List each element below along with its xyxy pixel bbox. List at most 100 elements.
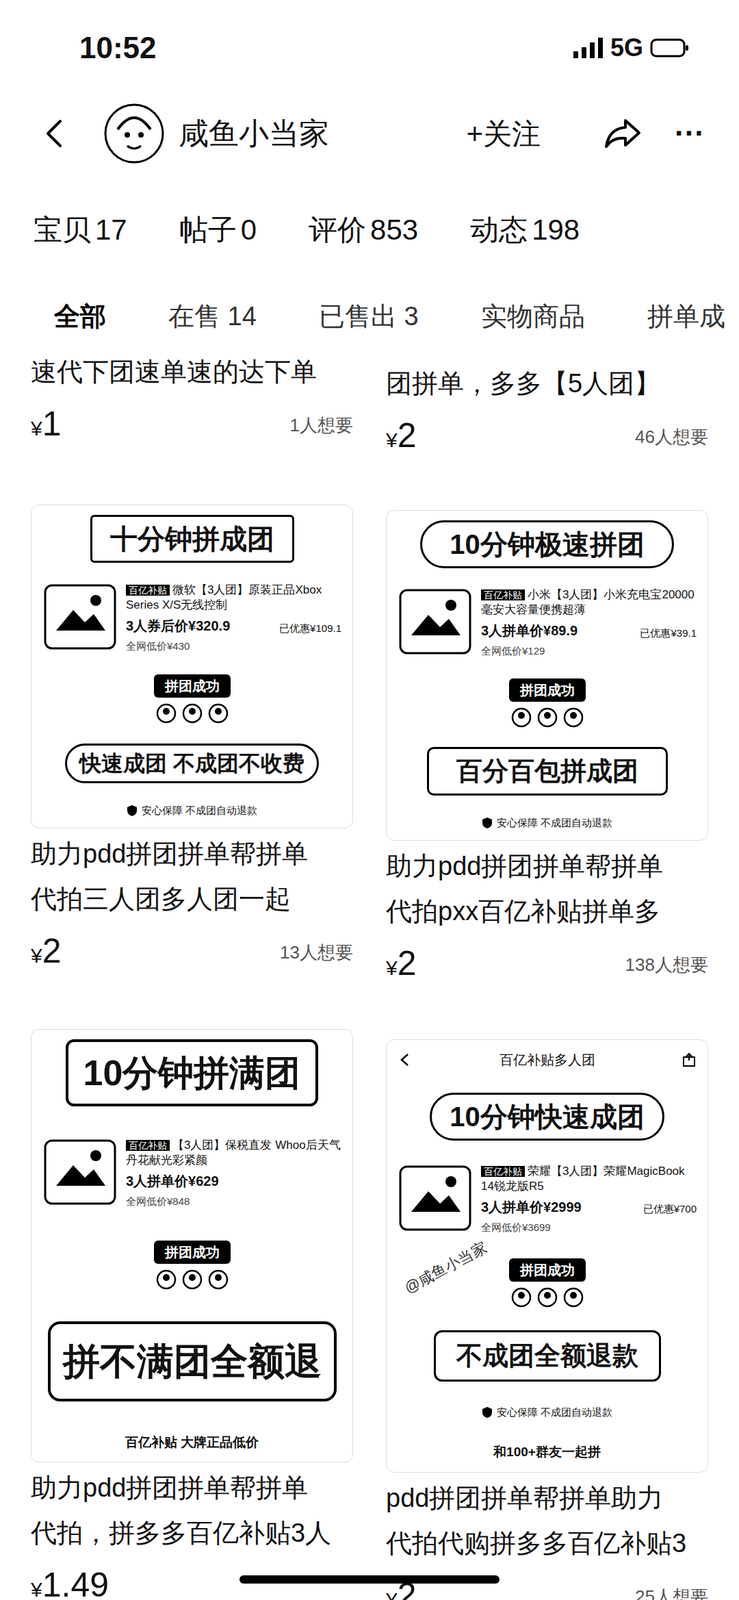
product-info: 百亿补贴荣耀【3人团】荣耀MagicBook 14锐龙版R53人拼单价¥2999… [481, 1163, 697, 1236]
price: ¥2 [30, 933, 62, 971]
network-label: 5G [610, 29, 644, 67]
stat-item[interactable]: 帖子0 [179, 208, 257, 252]
follow-button[interactable]: +关注 [466, 112, 542, 156]
tab[interactable]: 在售 14 [168, 296, 257, 336]
subsidy-badge: 百亿补贴 [481, 1165, 525, 1177]
product-thumbnail-icon [397, 587, 473, 656]
wants-count: 1人想要 [290, 411, 354, 439]
tab[interactable]: 已售出 3 [318, 296, 419, 336]
guarantee-text: 安心保障 不成团自动退款 [496, 1404, 613, 1420]
product-card[interactable]: 十分钟拼成团百亿补贴微软【3人团】原装正品Xbox Series X/S无线控制… [30, 504, 354, 976]
product-image[interactable]: 十分钟拼成团百亿补贴微软【3人团】原装正品Xbox Series X/S无线控制… [30, 504, 354, 828]
tab[interactable]: 实物商品 [481, 296, 586, 336]
back-icon[interactable] [39, 118, 70, 149]
title-line: 助力pdd拼团拼单帮拼单 [385, 843, 709, 889]
currency: ¥ [30, 412, 43, 444]
shop-name: 咸鱼小当家 [178, 110, 330, 157]
product-image[interactable]: 百亿补贴多人团10分钟快速成团百亿补贴荣耀【3人团】荣耀MagicBook 14… [385, 1038, 709, 1472]
success-badge: 拼团成功 [509, 1257, 586, 1281]
product-title: pdd拼团拼单帮拼单助力代拍代购拼多多百亿补贴3 [385, 1474, 709, 1565]
product-title: 助力pdd拼团拼单帮拼单代拍，拼多多百亿补贴3人 [30, 1464, 354, 1555]
member-avatars [156, 702, 229, 724]
wants-count: 46人想要 [634, 423, 709, 451]
product-name-line: 百亿补贴小米【3人团】小米充电宝20000毫安大容量便携超薄 [481, 587, 697, 618]
more-button[interactable]: ··· [674, 110, 705, 157]
product-row: 百亿补贴微软【3人团】原装正品Xbox Series X/S无线控制3人券后价¥… [42, 582, 342, 655]
image-footer: 快速成团 不成团不收费 [65, 743, 319, 783]
tab[interactable]: 全部 [54, 296, 107, 336]
success-block: 拼团成功 [153, 1239, 231, 1290]
price: ¥2 [385, 418, 417, 456]
member-avatars [156, 1268, 229, 1290]
guarantee-text: 安心保障 不成团自动退款 [496, 814, 613, 831]
product-name-line: 百亿补贴【3人团】保税直发 Whoo后天气丹花献光彩紧颜 [125, 1137, 342, 1168]
status-icons: 5G [573, 29, 690, 67]
success-block: 拼团成功 [509, 1257, 586, 1307]
market-price: 全网低价¥430 [125, 638, 342, 655]
price-value: 2 [397, 945, 417, 980]
title-line: 代拍代购拼多多百亿补贴3 [385, 1519, 709, 1565]
stat-label: 动态 [470, 208, 528, 252]
product-info: 百亿补贴微软【3人团】原装正品Xbox Series X/S无线控制3人券后价¥… [125, 582, 342, 655]
member-avatar-icon [208, 702, 229, 724]
success-block: 拼团成功 [509, 678, 586, 728]
title-line: 代拍三人团多人团一起 [30, 875, 354, 922]
image-banner: 十分钟拼成团 [90, 514, 295, 563]
product-image[interactable]: 10分钟极速拼团百亿补贴小米【3人团】小米充电宝20000毫安大容量便携超薄3人… [385, 509, 709, 841]
deal-row: 3人拼单价¥629 [125, 1170, 342, 1191]
avatar-icon[interactable] [102, 101, 166, 165]
wants-count: 25人想要 [634, 1582, 709, 1600]
stat-label: 宝贝 [33, 208, 92, 252]
product-image[interactable]: 10分钟拼满团百亿补贴【3人团】保税直发 Whoo后天气丹花献光彩紧颜3人拼单价… [30, 1028, 354, 1462]
subsidy-badge: 百亿补贴 [481, 589, 525, 601]
currency: ¥ [385, 424, 398, 456]
product-title: 助力pdd拼团拼单帮拼单代拍pxx百亿补贴拼单多 [385, 843, 709, 934]
tab[interactable]: 拼单成 [647, 296, 726, 336]
image-banner: 10分钟拼满团 [65, 1038, 319, 1106]
stat-item[interactable]: 评价853 [308, 208, 419, 252]
price-value: 2 [397, 418, 417, 453]
price: ¥1 [30, 406, 62, 444]
product-thumbnail-icon [397, 1163, 473, 1232]
home-indicator [239, 1574, 500, 1583]
stat-count: 17 [95, 208, 128, 252]
success-badge: 拼团成功 [153, 1239, 231, 1264]
product-card[interactable]: 百亿补贴多人团10分钟快速成团百亿补贴荣耀【3人团】荣耀MagicBook 14… [385, 1038, 709, 1600]
share-icon [681, 1051, 697, 1067]
stat-item[interactable]: 宝贝17 [33, 208, 128, 252]
price-value: 1 [42, 406, 62, 441]
deal-price: 3人拼单价¥89.9 [481, 619, 578, 641]
member-avatar-icon [156, 1268, 177, 1290]
product-card[interactable]: 10分钟拼满团百亿补贴【3人团】保税直发 Whoo后天气丹花献光彩紧颜3人拼单价… [30, 1028, 354, 1600]
stat-item[interactable]: 动态198 [470, 208, 580, 252]
price-row: ¥2 46人想要 [385, 412, 709, 461]
saved-amount: 已优惠¥700 [643, 1200, 697, 1217]
guarantee-row: 安心保障 不成团自动退款 [481, 1404, 613, 1420]
product-card[interactable]: 10分钟极速拼团百亿补贴小米【3人团】小米充电宝20000毫安大容量便携超薄3人… [385, 509, 709, 989]
member-avatar-icon [208, 1268, 229, 1290]
deal-price: 3人拼单价¥2999 [481, 1196, 582, 1217]
product-card[interactable]: 速代下团速单速的达下单 ¥1 1人想要 [30, 348, 354, 449]
image-banner: 10分钟快速成团 [429, 1092, 665, 1140]
currency: ¥ [30, 939, 43, 971]
price-value: 1.49 [42, 1566, 109, 1600]
price-row: ¥213人想要 [30, 927, 354, 976]
product-title: 速代下团速单速的达下单 [30, 348, 354, 395]
watermark: @咸鱼小当家 [400, 1235, 491, 1298]
stat-label: 帖子 [179, 208, 237, 252]
success-block: 拼团成功 [153, 673, 231, 724]
product-title: 团拼单，多多【5人团】 [385, 360, 709, 406]
product-name-line: 百亿补贴荣耀【3人团】荣耀MagicBook 14锐龙版R5 [481, 1163, 697, 1194]
stats-row: 宝贝17 帖子0 评价853 动态198 [0, 171, 739, 288]
saved-amount: 已优惠¥109.1 [279, 620, 342, 637]
share-icon[interactable] [603, 116, 642, 151]
subsidy-badge: 百亿补贴 [125, 584, 170, 596]
title-line: 代拍，拼多多百亿补贴3人 [30, 1509, 354, 1555]
guarantee-row: 安心保障 不成团自动退款 [126, 802, 258, 819]
screen: 10:525G 咸鱼小当家+关注··· 宝贝17帖子0评价853动态198 全部… [0, 0, 739, 1600]
member-avatar-icon [563, 706, 584, 728]
member-avatar-icon [537, 1286, 558, 1307]
product-card[interactable]: 团拼单，多多【5人团】 ¥2 46人想要 [385, 348, 709, 461]
price-value: 2 [42, 933, 62, 968]
member-avatar-icon [182, 702, 203, 724]
